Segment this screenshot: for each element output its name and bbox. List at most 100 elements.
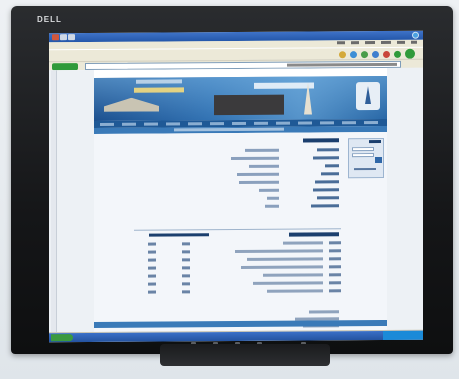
- refresh-icon: [372, 51, 379, 59]
- page-content: [94, 131, 387, 332]
- window-controls: [52, 34, 75, 41]
- table-cell: [329, 241, 341, 245]
- login-title: [369, 139, 381, 144]
- table-cell: [329, 289, 341, 293]
- table-cell: [148, 242, 156, 246]
- page-banner: [94, 75, 387, 121]
- table-cell: [148, 290, 156, 294]
- table-row: [134, 272, 341, 279]
- info-row: [179, 204, 339, 211]
- info-value: [259, 188, 279, 192]
- monitor-brand-logo: DELL: [37, 15, 62, 24]
- monitor-screen: [49, 30, 423, 343]
- table-cell: [267, 289, 323, 293]
- banner-heading: [254, 82, 314, 89]
- menu-items: [337, 40, 417, 45]
- photo-scene: DELL: [0, 0, 459, 379]
- table-cell: [253, 281, 323, 285]
- info-value: [249, 164, 279, 168]
- monitor-bezel: DELL: [11, 6, 453, 354]
- table-row: [134, 288, 341, 295]
- student-info-heading: [303, 138, 339, 143]
- stop-icon: [383, 50, 390, 58]
- student-info-rows: [179, 148, 339, 213]
- banner-caption: [136, 79, 182, 84]
- info-value: [245, 148, 279, 152]
- table-cell: [182, 242, 190, 246]
- info-row: [179, 196, 339, 203]
- table-cell: [329, 257, 341, 261]
- note-line: [309, 310, 339, 314]
- table-cell: [329, 249, 341, 253]
- info-value: [239, 180, 279, 184]
- viewport-right-margin: [387, 67, 423, 330]
- login-button: [375, 156, 382, 164]
- table-cell: [182, 290, 190, 294]
- banner-title: [134, 87, 184, 93]
- monitor-stand: [160, 344, 330, 366]
- login-link: [354, 168, 376, 171]
- nav-links: [100, 120, 380, 126]
- courses-table: [134, 240, 341, 309]
- info-row: [179, 164, 339, 171]
- viewport-left-margin: [49, 69, 94, 333]
- favorites-star-icon: [339, 51, 346, 59]
- table-cell: [247, 257, 323, 261]
- table-cell: [182, 282, 190, 286]
- window-close-icon: [52, 34, 59, 41]
- info-label: [321, 172, 339, 176]
- back-icon: [405, 48, 415, 59]
- table-row: [134, 248, 341, 255]
- site-logo: [356, 81, 380, 111]
- sub-bar-text: [174, 127, 284, 132]
- logo-tower-icon: [365, 86, 371, 104]
- browser-viewport: [49, 67, 423, 333]
- table-cell: [182, 258, 190, 262]
- menu-item: [337, 41, 345, 45]
- login-box: [348, 137, 384, 179]
- search-icon: [350, 51, 357, 59]
- table-cell: [283, 241, 323, 245]
- table-cell: [329, 273, 341, 277]
- address-text: [287, 62, 397, 67]
- table-row: [134, 264, 341, 271]
- info-label: [325, 164, 339, 168]
- table-cell: [329, 265, 341, 269]
- table-cell: [148, 282, 156, 286]
- system-tray: [383, 330, 423, 340]
- info-label: [313, 156, 339, 160]
- table-cell: [148, 250, 156, 254]
- table-cell: [182, 266, 190, 270]
- web-page: [94, 67, 387, 332]
- table-cell: [241, 265, 323, 269]
- table-row: [134, 240, 341, 247]
- internet-explorer-icon: [412, 31, 419, 39]
- info-label: [317, 148, 339, 152]
- table-cell: [182, 274, 190, 278]
- info-value: [237, 172, 279, 176]
- courses-table-title: [289, 232, 339, 237]
- info-label: [317, 196, 339, 200]
- banner-building-image: [214, 94, 284, 116]
- scrollbar: [51, 70, 57, 333]
- info-row: [179, 188, 339, 195]
- table-row: [134, 280, 341, 287]
- table-cell: [148, 266, 156, 270]
- table-cell: [329, 281, 341, 285]
- username-field: [352, 147, 374, 152]
- table-cell: [148, 258, 156, 262]
- start-button-icon: [51, 334, 73, 342]
- home-icon: [361, 51, 368, 59]
- info-row: [179, 156, 339, 163]
- info-row: [179, 180, 339, 187]
- info-value: [267, 196, 279, 200]
- window-maximize-icon: [60, 34, 67, 41]
- info-row: [179, 148, 339, 155]
- courses-table-subtitle: [149, 233, 209, 237]
- info-value: [231, 156, 279, 161]
- table-cell: [263, 273, 323, 277]
- table-cell: [235, 249, 323, 254]
- info-value: [265, 204, 279, 208]
- table-cell: [182, 250, 190, 254]
- forward-icon: [394, 50, 401, 58]
